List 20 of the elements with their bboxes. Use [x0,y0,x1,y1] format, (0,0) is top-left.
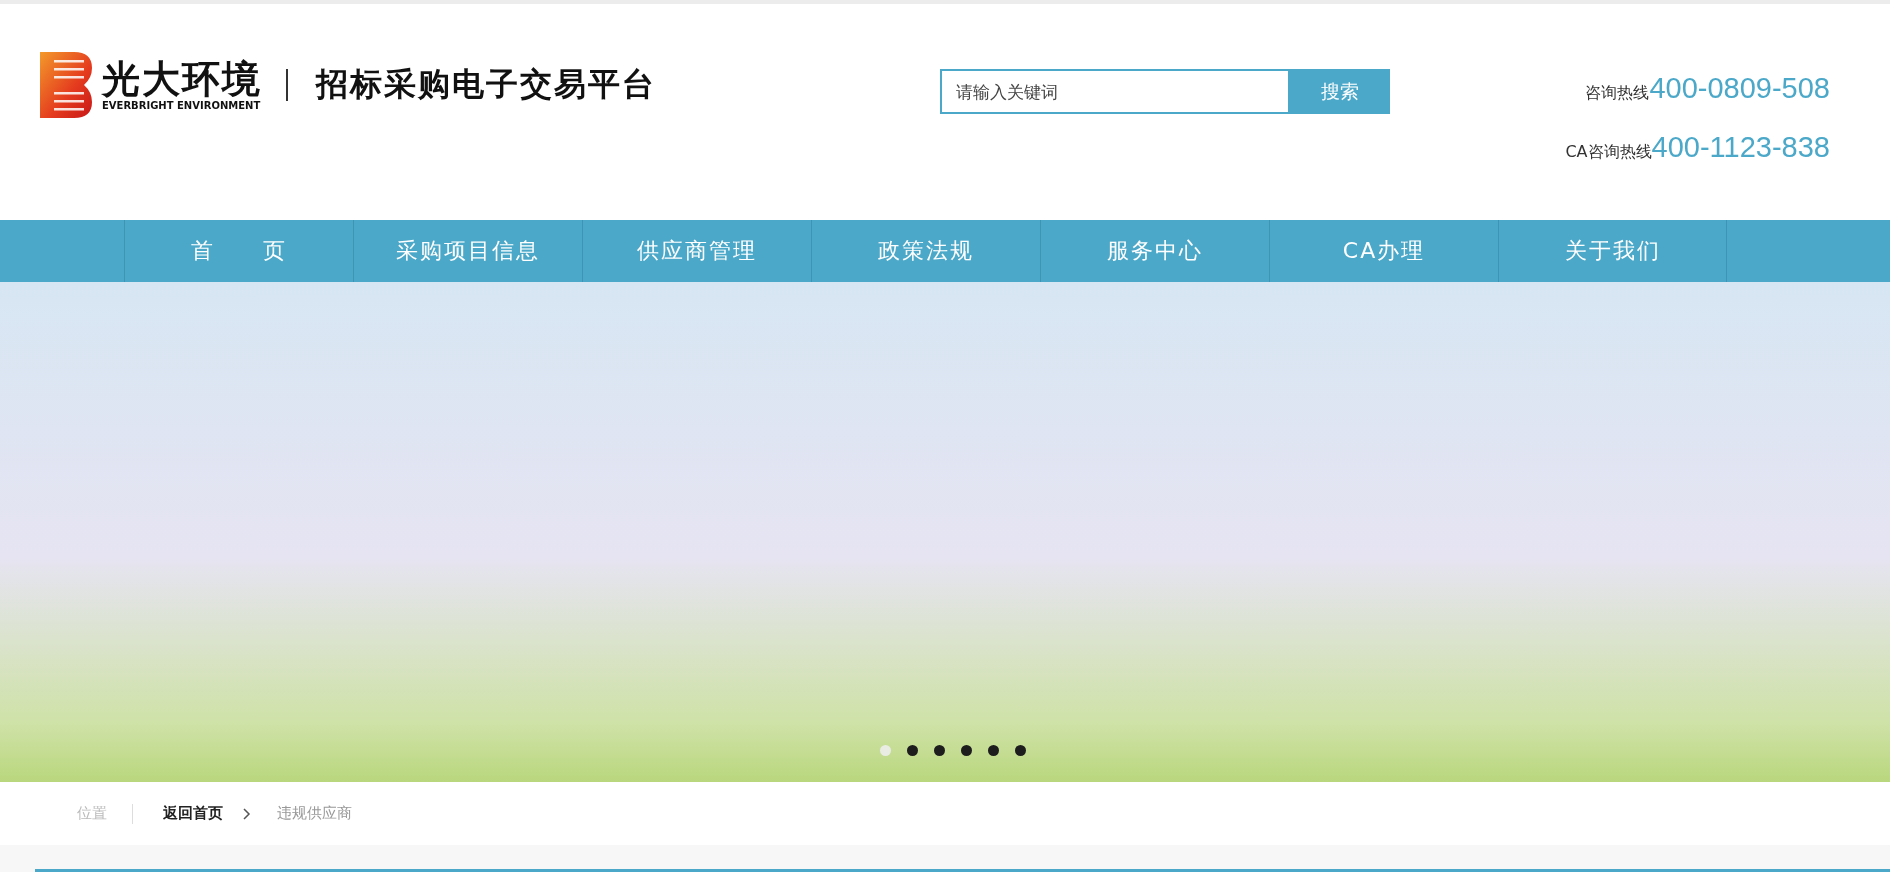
carousel-dot[interactable] [961,745,972,756]
carousel-dot[interactable] [988,745,999,756]
breadcrumb-link[interactable]: 返回首页 [163,804,223,823]
platform-title: 招标采购电子交易平台 [316,64,656,105]
carousel-dot[interactable] [934,745,945,756]
hotline-label: CA咨询热线 [1565,142,1652,163]
carousel-dot[interactable] [880,745,891,756]
carousel-dot[interactable] [1015,745,1026,756]
hotline-number: 400-0809-508 [1649,72,1830,105]
breadcrumb-link[interactable]: 违规供应商 [277,804,352,823]
search-field[interactable]: 请输入关键词 [940,69,1290,114]
brand-subtitle: EVERBRIGHT ENVIRONMENT [102,100,261,112]
search-button[interactable]: 搜索 [1290,69,1390,114]
logo-icon [40,52,92,118]
breadcrumb-label: 位置 [77,804,107,823]
chevron-right-icon [243,807,251,820]
hotline-number: 400-1123-838 [1651,131,1830,164]
carousel-dot[interactable] [907,745,918,756]
brand-name: 光大环境 [102,58,262,101]
hotline-label: 咨询热线 [1585,83,1650,104]
